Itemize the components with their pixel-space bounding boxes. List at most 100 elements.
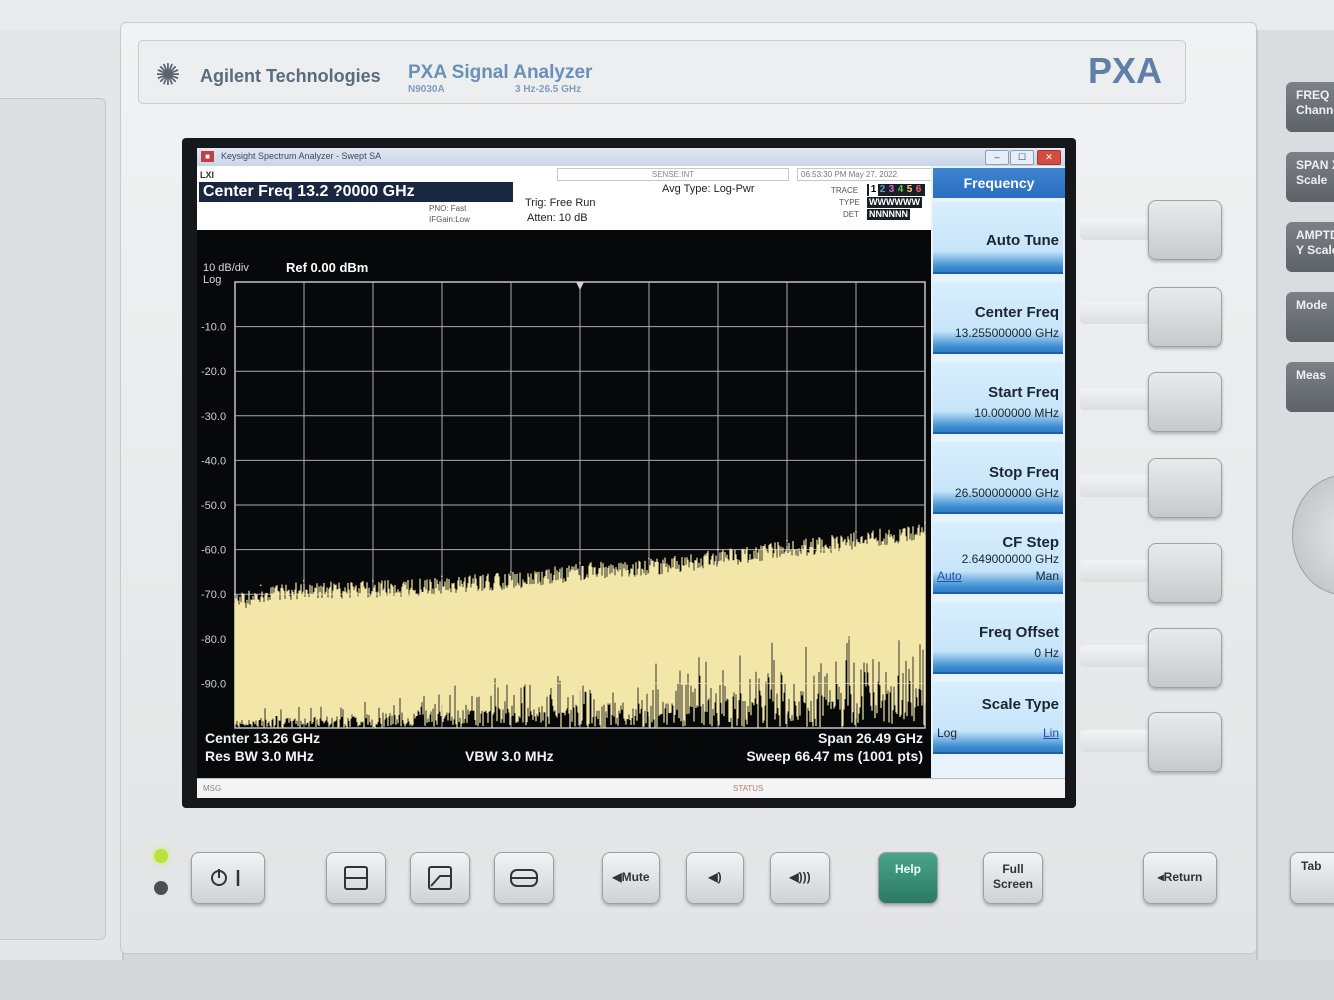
single-window-button[interactable] bbox=[326, 852, 386, 904]
active-center-freq: Center Freq 13.2 ?0000 GHz bbox=[203, 183, 415, 200]
avg-type: Avg Type: Log-Pwr bbox=[662, 183, 755, 195]
det-label: DET bbox=[843, 210, 859, 219]
status-label: STATUS bbox=[733, 784, 764, 793]
sweep-readout: Sweep 66.47 ms (1001 pts) bbox=[746, 748, 923, 764]
softkey-cf-step[interactable]: CF Step 2.649000000 GHz Auto Man bbox=[933, 522, 1063, 594]
tab-button[interactable]: Tab bbox=[1290, 852, 1334, 904]
plot-area: 10 dB/div Log Ref 0.00 dBm -10.0 -20.0 -30… bbox=[197, 230, 931, 778]
window-titlebar: ■ Keysight Spectrum Analyzer - Swept SA … bbox=[197, 148, 1065, 166]
restore-button[interactable]: ☐ bbox=[1010, 150, 1034, 165]
full-screen-button[interactable]: Full Screen bbox=[983, 852, 1043, 904]
softkey-label: Freq Offset bbox=[978, 624, 1059, 641]
spectrum-chart: -10.0 -20.0 -30.0 -40.0 -50.0 -60.0 -70.0 -80.0… bbox=[201, 281, 926, 729]
span-key[interactable]: SPAN X Scale bbox=[1286, 152, 1334, 202]
softkey-label: Scale Type bbox=[981, 696, 1059, 713]
trace-label: TRACE bbox=[831, 186, 859, 195]
cf-step-man: Man bbox=[1035, 569, 1059, 583]
amptd-key[interactable]: AMPTD Y Scale bbox=[1286, 222, 1334, 272]
center-marker-icon bbox=[576, 282, 584, 290]
active-function-box[interactable]: Center Freq 13.2 ?0000 GHz bbox=[199, 182, 513, 202]
standby-led bbox=[154, 849, 168, 863]
zoom-icon bbox=[428, 866, 452, 890]
atten-setting: Atten: 10 dB bbox=[527, 212, 588, 224]
trace-point bbox=[786, 539, 788, 542]
softkey-connector bbox=[1080, 388, 1150, 410]
y-tick-label: -50.0 bbox=[201, 500, 226, 512]
softkey-label: CF Step bbox=[1002, 534, 1059, 551]
softkey-connector bbox=[1080, 560, 1150, 582]
scale-type-log: Log bbox=[937, 726, 958, 740]
softkey-connector bbox=[1080, 730, 1150, 752]
window-title: Keysight Spectrum Analyzer - Swept SA bbox=[221, 151, 382, 161]
y-tick-label: -10.0 bbox=[201, 322, 226, 334]
y-tick-label: -30.0 bbox=[201, 411, 226, 423]
trace-point bbox=[579, 562, 581, 564]
mode-key[interactable]: Mode bbox=[1286, 292, 1334, 342]
lxi-badge: LXI bbox=[200, 170, 215, 180]
return-button[interactable]: ◂Return bbox=[1143, 852, 1217, 904]
left-side-panel bbox=[0, 30, 124, 960]
hw-softkey-4[interactable] bbox=[1148, 458, 1222, 518]
hw-softkey-1[interactable] bbox=[1148, 200, 1222, 260]
speaker-high-icon: ◀))) bbox=[789, 870, 811, 884]
softkey-value: 26.500000000 GHz bbox=[954, 486, 1059, 500]
trace-3: 3 bbox=[888, 184, 895, 195]
softkey-auto-tune[interactable]: Auto Tune bbox=[933, 202, 1063, 274]
freq-range: 3 Hz-26.5 GHz bbox=[515, 84, 582, 95]
softkey-panel: Frequency Auto Tune Center Freq 13.25500… bbox=[931, 166, 1065, 778]
softkey-center-freq[interactable]: Center Freq 13.255000000 GHz bbox=[933, 282, 1063, 354]
return-text: Return bbox=[1163, 870, 1203, 884]
pxa-logo: PXA bbox=[1088, 50, 1163, 91]
cf-step-auto: Auto bbox=[937, 569, 962, 583]
close-button[interactable]: ✕ bbox=[1037, 150, 1061, 165]
return-label: ◂Return bbox=[1157, 870, 1203, 884]
softkey-start-freq[interactable]: Start Freq 10.000000 MHz bbox=[933, 362, 1063, 434]
left-inset bbox=[0, 98, 106, 940]
hw-softkey-5[interactable] bbox=[1148, 543, 1222, 603]
softkey-value: 2.649000000 GHz bbox=[961, 552, 1059, 566]
freq-channel-key[interactable]: FREQ Channel bbox=[1286, 82, 1334, 132]
meas-key[interactable]: Meas bbox=[1286, 362, 1334, 412]
softkey-connector bbox=[1080, 475, 1150, 497]
trace-point bbox=[717, 548, 719, 551]
next-window-button[interactable] bbox=[494, 852, 554, 904]
softkey-connector bbox=[1080, 218, 1150, 240]
bench-surface bbox=[0, 960, 1334, 1000]
mute-button[interactable]: ◀Mute bbox=[602, 852, 660, 904]
trace-point bbox=[855, 530, 857, 533]
vbw-readout: VBW 3.0 MHz bbox=[465, 748, 554, 764]
next-window-icon bbox=[510, 869, 538, 887]
softkey-connector bbox=[1080, 645, 1150, 667]
minimize-button[interactable]: – bbox=[985, 150, 1009, 165]
split-window-icon bbox=[344, 866, 368, 890]
help-button[interactable]: Help bbox=[878, 852, 938, 904]
center-readout: Center 13.26 GHz bbox=[205, 730, 321, 746]
volume-down-button[interactable]: ◀) bbox=[686, 852, 744, 904]
trace-point bbox=[510, 571, 512, 573]
power-button[interactable] bbox=[191, 852, 265, 904]
y-tick-label: -40.0 bbox=[201, 455, 226, 467]
analyzer-screen: ■ Keysight Spectrum Analyzer - Swept SA … bbox=[197, 148, 1065, 798]
hw-softkey-7[interactable] bbox=[1148, 712, 1222, 772]
trace-indicator: 123456 bbox=[867, 184, 925, 196]
softkey-freq-offset[interactable]: Freq Offset 0 Hz bbox=[933, 602, 1063, 674]
trace-point bbox=[302, 580, 305, 582]
detector-row: NNNNNN bbox=[867, 209, 910, 220]
softkey-label: Stop Freq bbox=[989, 464, 1059, 481]
trace-5: 5 bbox=[906, 184, 913, 195]
zoom-button[interactable] bbox=[410, 852, 470, 904]
softkey-value: 10.000000 MHz bbox=[974, 406, 1059, 420]
softkey-stop-freq[interactable]: Stop Freq 26.500000000 GHz bbox=[933, 442, 1063, 514]
softkey-scale-type[interactable]: Scale Type Log Lin bbox=[933, 682, 1063, 754]
trace-point bbox=[441, 575, 443, 578]
res-bw-readout: Res BW 3.0 MHz bbox=[205, 748, 314, 764]
hw-softkey-3[interactable] bbox=[1148, 372, 1222, 432]
softkey-label: Auto Tune bbox=[985, 232, 1059, 249]
hw-softkey-2[interactable] bbox=[1148, 287, 1222, 347]
speaker-low-icon: ◀) bbox=[708, 870, 722, 884]
type-label: TYPE bbox=[839, 198, 860, 207]
trace-point bbox=[648, 557, 650, 560]
volume-up-button[interactable]: ◀))) bbox=[770, 852, 830, 904]
softkey-connector bbox=[1080, 302, 1150, 324]
hw-softkey-6[interactable] bbox=[1148, 628, 1222, 688]
